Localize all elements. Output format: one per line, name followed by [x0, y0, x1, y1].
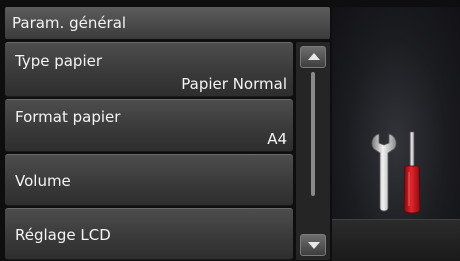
menu-item-label: Volume	[15, 172, 71, 190]
menu-item-label: Réglage LCD	[15, 226, 111, 244]
lcd-screen: Param. général Type papier Papier Normal…	[0, 0, 460, 261]
title-bar: Param. général	[5, 7, 330, 39]
arrow-up-icon	[308, 53, 320, 60]
menu-item-type-papier[interactable]: Type papier Papier Normal	[5, 42, 293, 97]
wrench-screwdriver-icon	[371, 131, 421, 214]
menu-item-label: Format papier	[15, 108, 121, 126]
scroll-down-button[interactable]	[300, 234, 326, 256]
illustration-shelf	[332, 219, 460, 261]
menu-item-label: Type papier	[15, 52, 103, 70]
page-title: Param. général	[12, 14, 127, 32]
arrow-down-icon	[308, 242, 320, 249]
scrollbar[interactable]	[296, 42, 330, 260]
menu-item-value: A4	[267, 130, 287, 148]
scroll-up-button[interactable]	[300, 46, 326, 68]
menu-item-value: Papier Normal	[181, 75, 287, 93]
scrollbar-thumb[interactable]	[311, 72, 315, 196]
menu-item-reglage-lcd[interactable]: Réglage LCD	[5, 208, 293, 260]
menu-item-volume[interactable]: Volume	[5, 154, 293, 206]
menu-item-format-papier[interactable]: Format papier A4	[5, 99, 293, 152]
settings-list: Type papier Papier Normal Format papier …	[5, 42, 293, 260]
